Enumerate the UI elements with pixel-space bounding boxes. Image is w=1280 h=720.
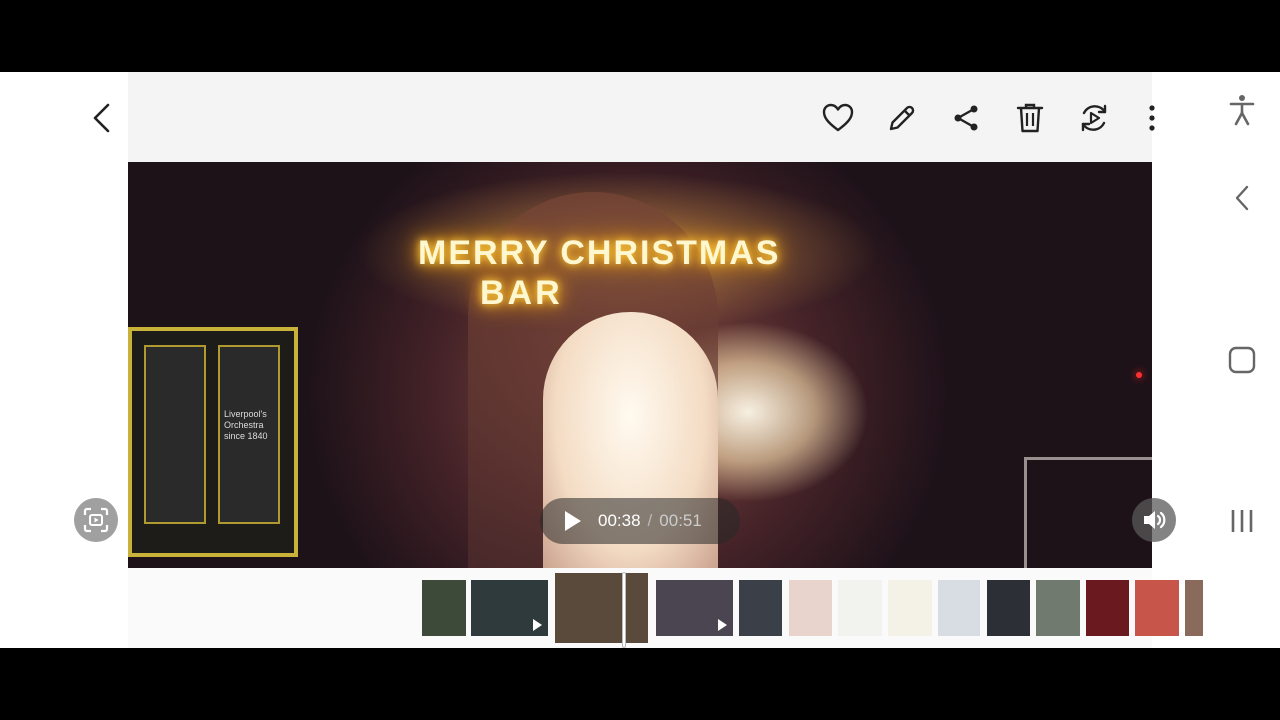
thumbnail-item[interactable]	[789, 580, 832, 636]
video-scrubber[interactable]	[622, 572, 626, 648]
accessibility-icon[interactable]	[1220, 90, 1264, 130]
nav-back-icon[interactable]	[1222, 180, 1262, 216]
heart-icon[interactable]	[816, 96, 860, 140]
capture-icon[interactable]	[74, 498, 118, 542]
video-indicator-icon	[533, 619, 542, 631]
thumbnail-item[interactable]	[471, 580, 548, 636]
playback-controls: 00:38 / 00:51	[540, 498, 740, 544]
red-light	[1136, 372, 1142, 378]
thumbnail-item[interactable]	[739, 580, 782, 636]
thumbnail-item[interactable]	[1185, 580, 1203, 636]
orchestra-crate: Liverpool's Orchestra since 1840	[128, 327, 298, 557]
neon-sign-line2: BAR	[480, 274, 563, 312]
left-panel	[0, 72, 128, 648]
thumbnail-item[interactable]	[1086, 580, 1129, 636]
video-indicator-icon	[718, 619, 727, 631]
thumbnail-item[interactable]	[838, 580, 882, 636]
time-separator: /	[647, 511, 653, 530]
thumbnail-item[interactable]	[1036, 580, 1080, 636]
thumbnail-item[interactable]	[656, 580, 733, 636]
thumbnail-item[interactable]	[1135, 580, 1179, 636]
crate-panel-left	[144, 345, 206, 524]
thumbnail-item[interactable]	[888, 580, 932, 636]
thumbnail-item[interactable]	[422, 580, 466, 636]
trash-icon[interactable]	[1008, 96, 1052, 140]
play-icon[interactable]	[552, 501, 592, 541]
nav-recents-icon[interactable]	[1222, 502, 1262, 540]
more-vertical-icon[interactable]	[1138, 96, 1166, 140]
crate-panel-right: Liverpool's Orchestra since 1840	[218, 345, 280, 524]
pencil-icon[interactable]	[880, 96, 924, 140]
thumbnail-item[interactable]	[555, 573, 648, 643]
share-icon[interactable]	[944, 96, 988, 140]
crate-text: Liverpool's Orchestra since 1840	[224, 409, 268, 441]
nav-home-icon[interactable]	[1222, 340, 1262, 380]
thumbnail-item[interactable]	[938, 580, 980, 636]
neon-sign-line1: MERRY CHRISTMAS	[418, 234, 781, 272]
volume-icon[interactable]	[1132, 498, 1176, 542]
remaster-icon[interactable]	[1072, 96, 1116, 140]
thumbnail-item[interactable]	[987, 580, 1030, 636]
total-time: 00:51	[659, 511, 702, 530]
back-arrow-icon[interactable]	[80, 96, 124, 140]
current-time: 00:38	[598, 511, 641, 530]
top-toolbar	[128, 72, 1152, 162]
